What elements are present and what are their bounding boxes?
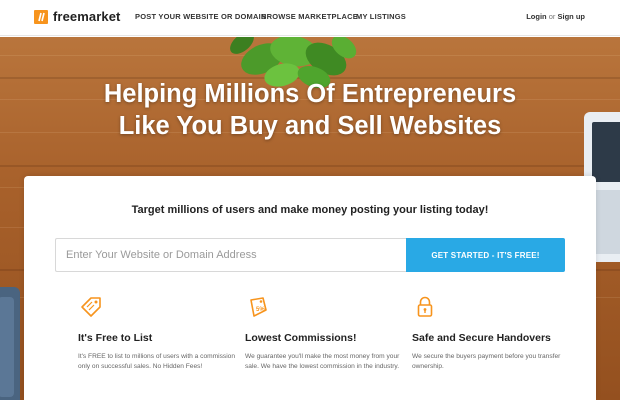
feature-lowest-commissions: 5% Lowest Commissions! We guarantee you'… [245,294,410,372]
top-nav: freemarket POST YOUR WEBSITE OR DOMAIN B… [0,0,620,36]
feature-title: Lowest Commissions! [245,332,357,344]
logo-mark-icon [34,9,48,24]
nav-link-my-listings[interactable]: MY LISTINGS [356,12,406,21]
feature-free-to-list: It's Free to List It's FREE to list to m… [78,294,243,372]
nav-link-post-website[interactable]: POST YOUR WEBSITE OR DOMAIN [135,12,267,21]
logo-text: freemarket [53,9,121,24]
feature-description: It's FREE to list to millions of users w… [78,353,235,370]
logo[interactable]: freemarket [34,9,121,24]
feature-description: We secure the buyers payment before you … [412,353,561,370]
svg-text:5%: 5% [256,307,265,313]
padlock-icon [417,296,433,317]
denim-image [0,287,20,400]
feature-secure-handovers: Safe and Secure Handovers We secure the … [412,294,577,372]
auth-links: Login or Sign up [526,12,585,21]
feature-title: It's Free to List [78,332,153,344]
hero-title: Helping Millions Of Entrepreneurs Like Y… [0,78,620,142]
login-link[interactable]: Login [526,12,546,21]
listing-card: Target millions of users and make money … [24,176,596,400]
nav-link-browse-marketplace[interactable]: BROWSE MARKETPLACE [261,12,358,21]
feature-title: Safe and Secure Handovers [412,332,551,344]
signup-link[interactable]: Sign up [558,12,586,21]
price-tag-icon [81,297,101,317]
wood-plank-seam [0,165,620,167]
percent-tag-icon: 5% [250,297,267,317]
get-started-button[interactable]: GET STARTED - IT'S FREE! [406,238,565,272]
hero-title-line-1: Helping Millions Of Entrepreneurs [103,80,517,108]
auth-or-text: or [548,12,558,21]
card-tagline: Target millions of users and make money … [131,204,489,216]
hero-title-line-2: Like You Buy and Sell Websites [118,112,502,140]
website-domain-input[interactable] [55,238,406,272]
feature-description: We guarantee you'll make the most money … [245,353,400,370]
